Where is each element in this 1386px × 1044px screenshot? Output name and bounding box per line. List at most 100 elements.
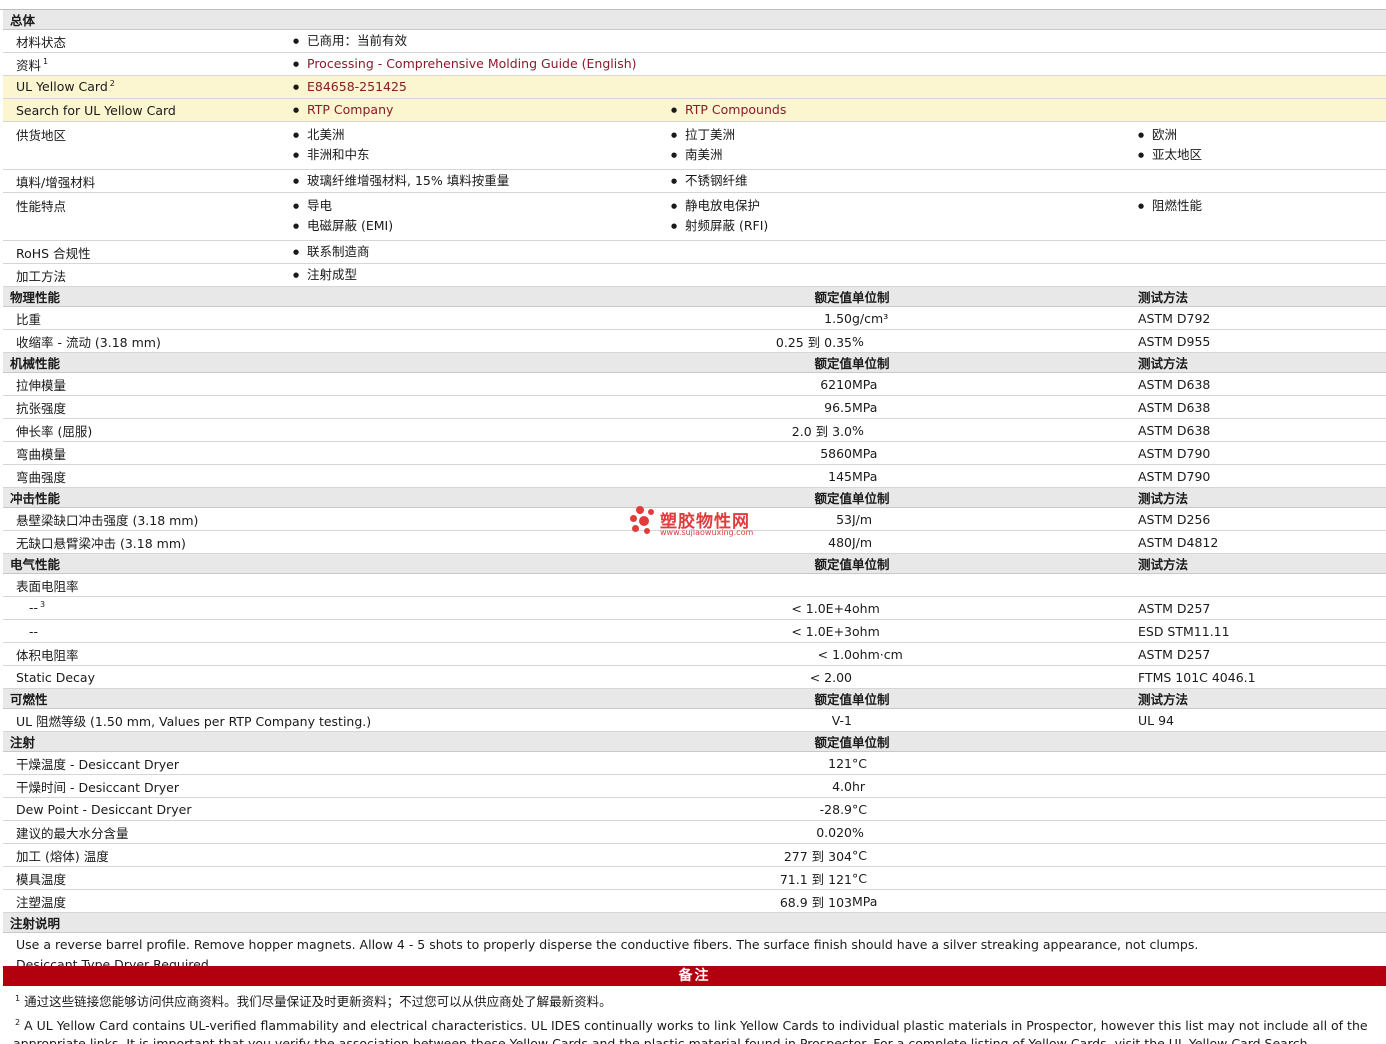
section-header: 可燃性 额定值 单位制 测试方法	[3, 688, 1386, 709]
unit-value: %	[852, 820, 1138, 844]
general-value-2	[671, 75, 1386, 99]
supplier-link[interactable]: RTP Compounds	[685, 102, 786, 117]
nominal-header: 额定值	[671, 286, 852, 307]
property-label: -- 3	[3, 596, 671, 620]
unit-value	[852, 708, 1138, 732]
property-row: 体积电阻率 < 1.0 ohm·cm ASTM D257	[3, 642, 1386, 666]
unit-value: °C	[852, 866, 1138, 890]
test-method	[1138, 843, 1386, 867]
bullet-link-item: Processing - Comprehensive Molding Guide…	[293, 53, 671, 75]
test-method: ASTM D790	[1138, 441, 1386, 465]
unit-header: 单位制	[852, 731, 1138, 752]
test-method	[1138, 573, 1386, 597]
test-method: ASTM D256	[1138, 507, 1386, 531]
unit-header: 单位制	[852, 553, 1138, 574]
general-value-2	[671, 52, 1386, 76]
footnote-ref: 2	[109, 79, 115, 89]
test-method: ASTM D638	[1138, 418, 1386, 442]
nominal-value: < 1.0	[671, 642, 852, 666]
nominal-value: 145	[671, 464, 852, 488]
general-value: 注射成型	[293, 263, 1386, 287]
section-title: 物理性能	[3, 286, 671, 307]
section-header-general: 总体	[3, 10, 1386, 30]
unit-value: MPa	[852, 889, 1138, 913]
unit-value: %	[852, 418, 1138, 442]
bullet-item: 导电	[293, 196, 671, 216]
footnote-ref: 1	[43, 57, 49, 67]
unit-value: hr	[852, 774, 1138, 798]
watermark-dots-icon	[630, 505, 658, 537]
supplier-link[interactable]: RTP Company	[307, 102, 393, 117]
bullet-item: 北美洲	[293, 125, 671, 145]
property-label: 填料/增强材料	[3, 169, 293, 193]
test-method	[1138, 751, 1386, 775]
nominal-value: < 2.00	[671, 665, 852, 689]
general-value: Processing - Comprehensive Molding Guide…	[293, 52, 671, 76]
property-label: 表面电阻率	[3, 573, 671, 597]
unit-value: %	[852, 329, 1138, 353]
test-method	[1138, 774, 1386, 798]
unit-value: °C	[852, 797, 1138, 821]
property-label: 干燥温度 - Desiccant Dryer	[3, 751, 671, 775]
datasheet-page: 总体材料状态已商用：当前有效资料1 Processing - Comprehens…	[0, 0, 1386, 1044]
property-row: 注塑温度 68.9 到 103 MPa	[3, 889, 1386, 913]
test-method: FTMS 101C 4046.1	[1138, 665, 1386, 689]
remarks-header: 备注	[3, 966, 1386, 986]
property-label: 注塑温度	[3, 889, 671, 913]
nominal-value: < 1.0E+4	[671, 596, 852, 620]
property-label: Search for UL Yellow Card	[3, 98, 293, 122]
property-label: 抗张强度	[3, 395, 671, 419]
top-border	[0, 0, 1386, 10]
property-row: -- < 1.0E+3 ohm ESD STM11.11	[3, 619, 1386, 643]
property-label: UL 阻燃等级 (1.50 mm, Values per RTP Company…	[3, 708, 671, 732]
property-row: 干燥时间 - Desiccant Dryer 4.0 hr	[3, 774, 1386, 798]
supplier-link[interactable]: Processing - Comprehensive Molding Guide…	[307, 56, 637, 71]
nominal-value: 0.25 到 0.35	[671, 329, 852, 353]
nominal-value: 277 到 304	[671, 843, 852, 867]
bullet-item: 阻燃性能	[1138, 196, 1386, 216]
property-label: RoHS 合规性	[3, 240, 293, 264]
section-header: 机械性能 额定值 单位制 测试方法	[3, 352, 1386, 373]
property-label: 模具温度	[3, 866, 671, 890]
property-row: 干燥温度 - Desiccant Dryer 121 °C	[3, 751, 1386, 775]
general-row: 材料状态已商用：当前有效	[3, 29, 1386, 53]
nominal-value: 5860	[671, 441, 852, 465]
supplier-link[interactable]: E84658-251425	[307, 79, 407, 94]
nominal-value: < 1.0E+3	[671, 619, 852, 643]
nominal-value: V-1	[671, 708, 852, 732]
unit-header: 单位制	[852, 487, 1138, 508]
property-label: 供货地区	[3, 121, 293, 170]
watermark-url: www.sujiaowuxing.com	[660, 528, 754, 537]
bullet-item: 亚太地区	[1138, 145, 1386, 165]
method-header: 测试方法	[1138, 487, 1386, 508]
property-row: 拉伸模量 6210 MPa ASTM D638	[3, 372, 1386, 396]
section-title: 注射	[3, 731, 671, 752]
bullet-item: 南美洲	[671, 145, 1138, 165]
col-3: 阻燃性能	[1138, 192, 1386, 241]
nominal-value: 121	[671, 751, 852, 775]
test-method: ASTM D638	[1138, 395, 1386, 419]
nominal-value: 2.0 到 3.0	[671, 418, 852, 442]
property-row: 模具温度 71.1 到 121 °C	[3, 866, 1386, 890]
bullet-item: 欧洲	[1138, 125, 1386, 145]
nominal-value: 1.50	[671, 306, 852, 330]
col-1: 导电电磁屏蔽 (EMI)	[293, 192, 671, 241]
property-row: 弯曲模量 5860 MPa ASTM D790	[3, 441, 1386, 465]
property-label: 体积电阻率	[3, 642, 671, 666]
property-row: 弯曲强度 145 MPa ASTM D790	[3, 464, 1386, 488]
bullet-link-item: E84658-251425	[293, 76, 671, 98]
bullet-link-item: RTP Compounds	[671, 99, 1386, 121]
property-row: 比重 1.50 g/cm³ ASTM D792	[3, 306, 1386, 330]
col-2: 不锈钢纤维	[671, 169, 1138, 193]
nominal-value: -28.9	[671, 797, 852, 821]
general-value: 已商用：当前有效	[293, 29, 671, 53]
nominal-value: 68.9 到 103	[671, 889, 852, 913]
property-label: 加工方法	[3, 263, 293, 287]
section-header: 注射 额定值 单位制	[3, 731, 1386, 752]
property-label: UL Yellow Card 2	[3, 75, 293, 99]
property-label: 干燥时间 - Desiccant Dryer	[3, 774, 671, 798]
unit-value: J/m	[852, 530, 1138, 554]
watermark-logo: 塑胶物性网 www.sujiaowuxing.com	[630, 505, 770, 539]
method-header	[1138, 731, 1386, 752]
method-header: 测试方法	[1138, 286, 1386, 307]
